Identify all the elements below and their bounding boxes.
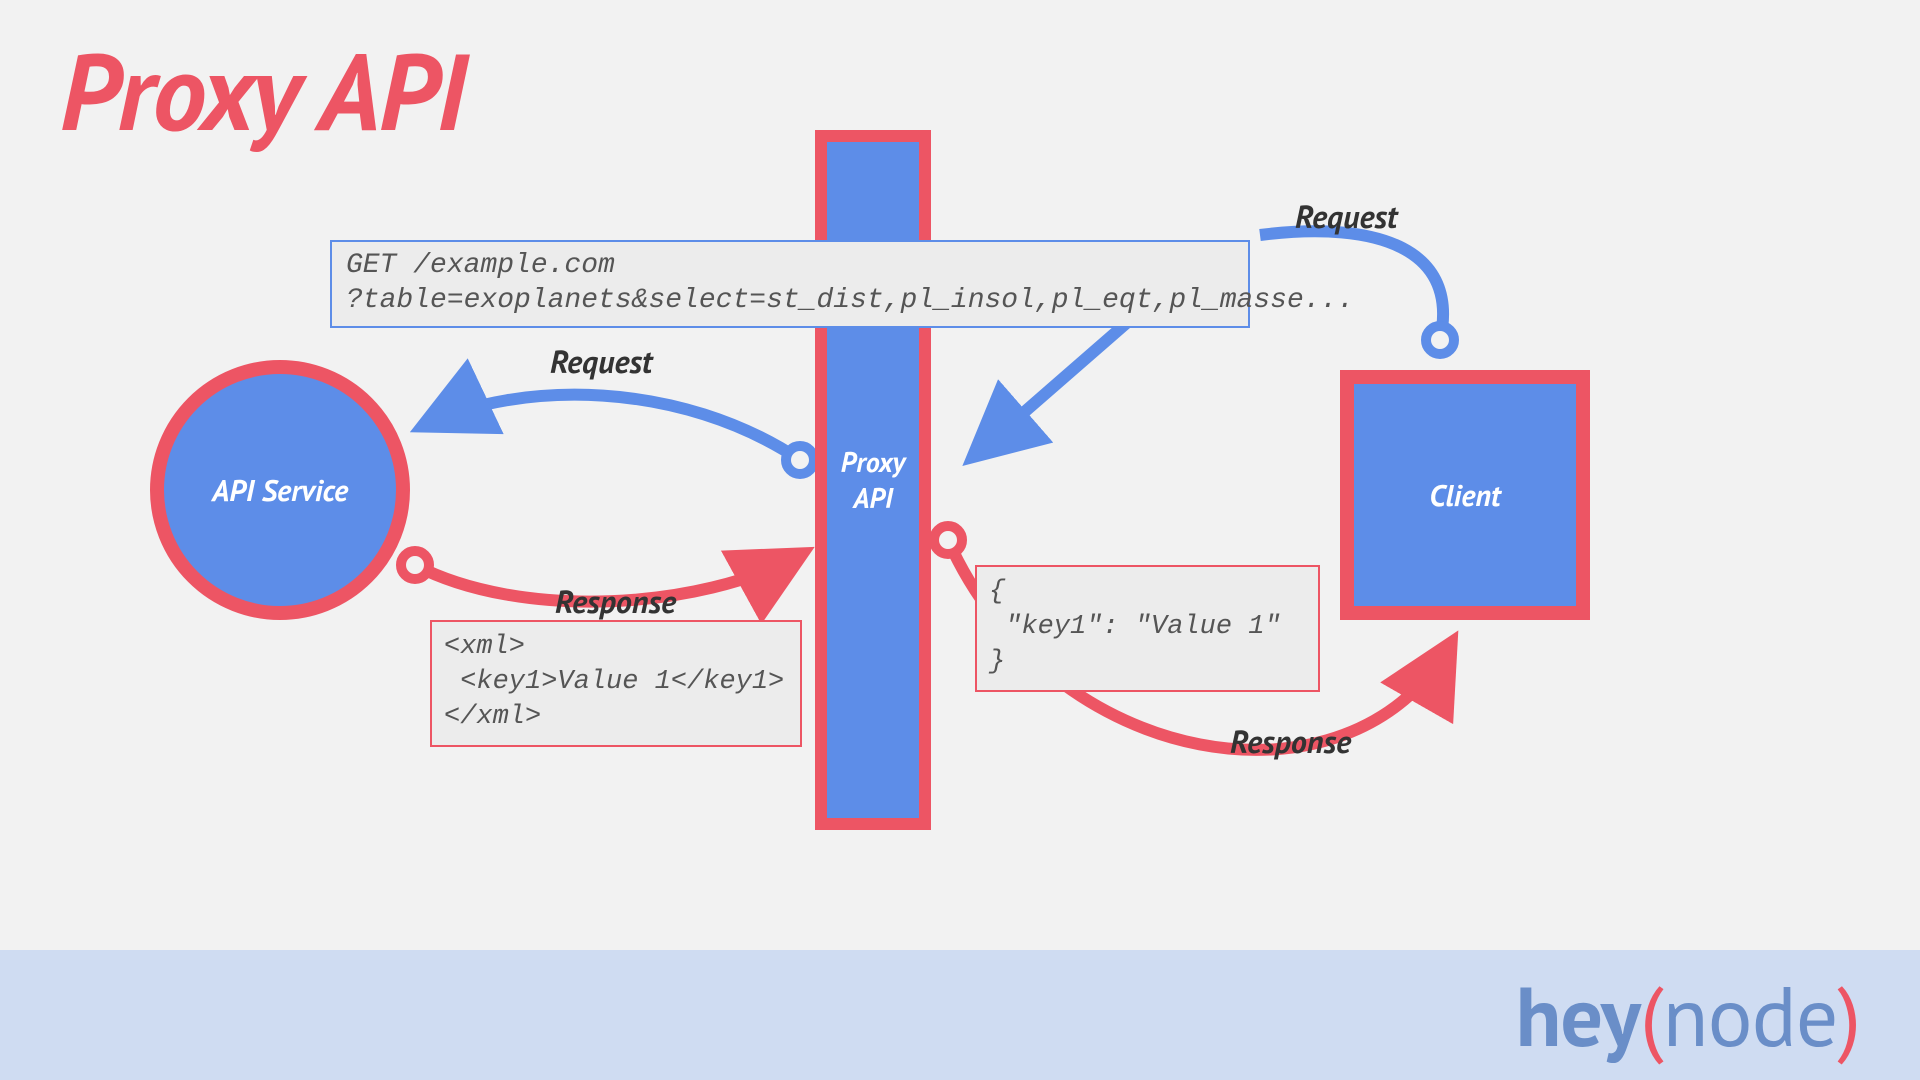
logo-node: node: [1663, 961, 1838, 1070]
api-service-node: API Service: [150, 360, 410, 620]
proxy-node: Proxy API: [815, 130, 931, 830]
diagram-title: Proxy API: [60, 20, 464, 160]
client-node: Client: [1340, 370, 1590, 620]
flow-label-response-right: Response: [1230, 720, 1351, 762]
flow-label-request-right: Request: [1295, 195, 1397, 237]
logo-open-paren: (: [1640, 961, 1663, 1070]
logo-close-paren: ): [1837, 961, 1860, 1070]
logo-hey: hey: [1516, 961, 1640, 1070]
request-code-box: GET /example.com ?table=exoplanets&selec…: [330, 240, 1250, 328]
json-response-box: { "key1": "Value 1" }: [975, 565, 1320, 692]
client-label: Client: [1429, 476, 1500, 515]
xml-response-box: <xml> <key1>Value 1</key1> </xml>: [430, 620, 802, 747]
flow-label-response-left: Response: [555, 580, 676, 622]
footer-bar: hey(node): [0, 950, 1920, 1080]
heynode-logo: hey(node): [1516, 961, 1860, 1070]
proxy-node-label: Proxy API: [841, 444, 905, 517]
flow-label-request-left: Request: [550, 340, 652, 382]
api-service-label: API Service: [212, 471, 348, 510]
